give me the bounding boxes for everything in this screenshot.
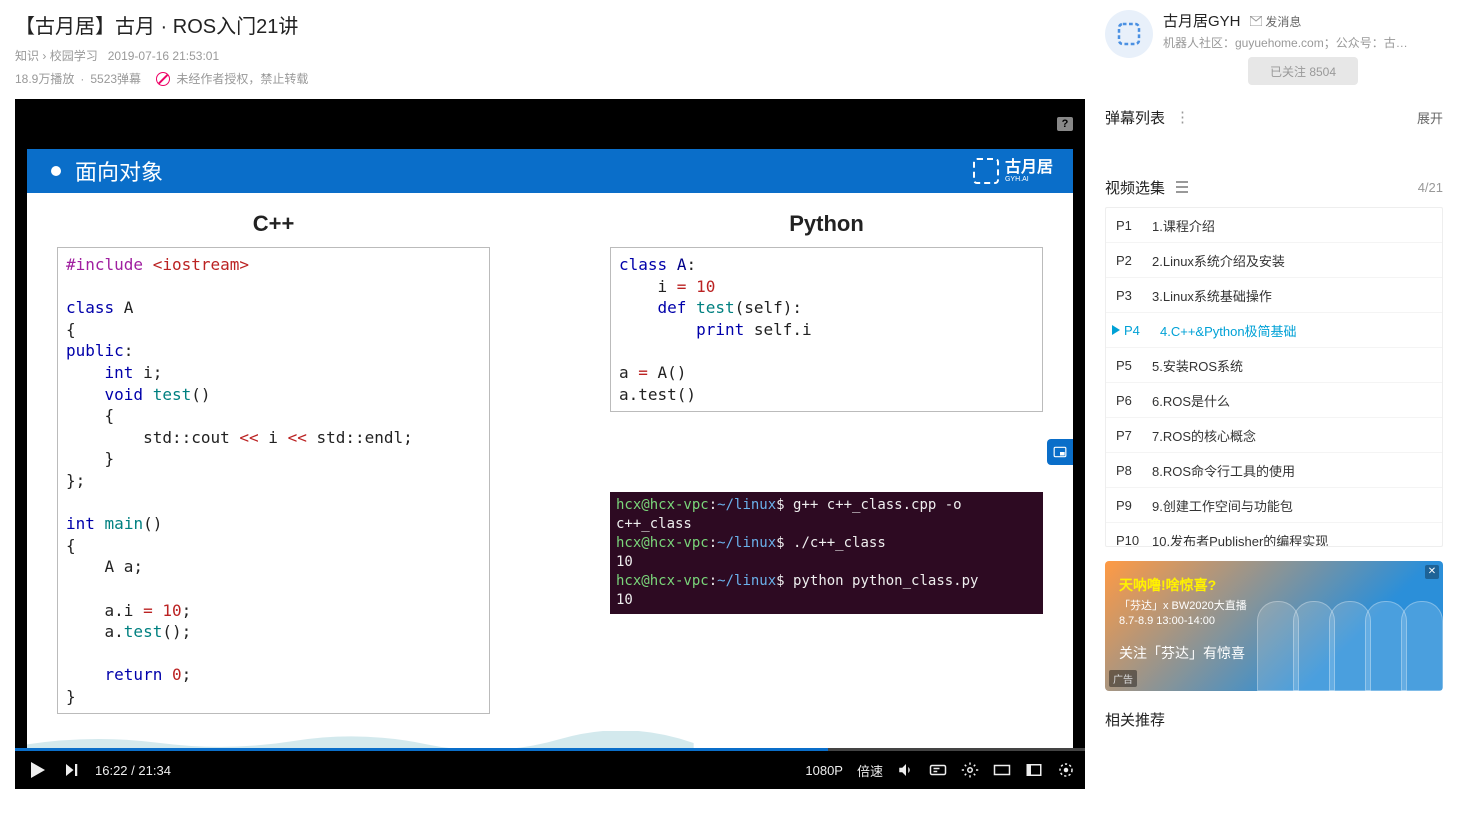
playlist-item[interactable]: P3 3.Linux系统基础操作 xyxy=(1106,278,1442,313)
video-frame: 面向对象 古月居GYH.AI C++ #include <iostream> c… xyxy=(27,149,1073,751)
episode-number: P2 xyxy=(1116,253,1142,268)
episode-count: 4/21 xyxy=(1418,180,1443,195)
follow-button[interactable]: 已关注 8504 xyxy=(1248,57,1358,85)
playlist-item[interactable]: P10 10.发布者Publisher的编程实现 xyxy=(1106,523,1442,547)
copyright-notice: 未经作者授权，禁止转载 xyxy=(176,70,308,87)
episode-title: 5.安装ROS系统 xyxy=(1152,356,1432,375)
video-player[interactable]: ? 面向对象 古月居GYH.AI C++ #include <iostream>… xyxy=(15,99,1085,789)
video-title: 【古月居】古月 · ROS入门21讲 xyxy=(15,10,1085,39)
pip-icon[interactable] xyxy=(1047,439,1073,465)
episode-title: 9.创建工作空间与功能包 xyxy=(1152,496,1432,515)
uploader-desc: 机器人社区：guyuehome.com；公众号：古… xyxy=(1163,34,1443,51)
quality-button[interactable]: 1080P xyxy=(805,763,843,778)
episode-number: P7 xyxy=(1116,428,1142,443)
next-icon[interactable] xyxy=(63,761,81,779)
settings-icon[interactable] xyxy=(961,761,979,779)
playlist-item[interactable]: P1 1.课程介绍 xyxy=(1106,208,1442,243)
playlist-item[interactable]: P7 7.ROS的核心概念 xyxy=(1106,418,1442,453)
message-button[interactable]: 发消息 xyxy=(1250,13,1301,30)
playlist-item[interactable]: P6 6.ROS是什么 xyxy=(1106,383,1442,418)
close-icon[interactable]: ✕ xyxy=(1425,565,1439,579)
episode-title: 4.C++&Python极简基础 xyxy=(1160,321,1432,340)
episode-title: 8.ROS命令行工具的使用 xyxy=(1152,461,1432,480)
episode-number: P3 xyxy=(1116,288,1142,303)
breadcrumb-link-1[interactable]: 知识 xyxy=(15,49,39,63)
playlist-item[interactable]: P2 2.Linux系统介绍及安装 xyxy=(1106,243,1442,278)
episode-number: P10 xyxy=(1116,533,1142,548)
episode-title: 1.课程介绍 xyxy=(1152,216,1432,235)
list-icon[interactable] xyxy=(1175,180,1189,194)
ad-badge: 广告 xyxy=(1109,670,1137,687)
episode-number: P9 xyxy=(1116,498,1142,513)
episode-title: 10.发布者Publisher的编程实现 xyxy=(1152,531,1432,548)
ad-banner[interactable]: ✕ 天呐噜!啥惊喜? 「芬达」x BW2020大直播 8.7-8.9 13:00… xyxy=(1105,561,1443,691)
uploader-name[interactable]: 古月居GYH xyxy=(1163,13,1241,30)
widescreen-icon[interactable] xyxy=(993,761,1011,779)
episode-number: P6 xyxy=(1116,393,1142,408)
playing-icon xyxy=(1112,325,1120,335)
episode-title: 7.ROS的核心概念 xyxy=(1152,426,1432,445)
breadcrumb: 知识 › 校园学习 2019-07-16 21:53:01 xyxy=(15,47,1085,64)
related-title: 相关推荐 xyxy=(1105,709,1443,730)
episode-number: P8 xyxy=(1116,463,1142,478)
episode-title: 2.Linux系统介绍及安装 xyxy=(1152,251,1432,270)
episode-title: 3.Linux系统基础操作 xyxy=(1152,286,1432,305)
prohibit-icon xyxy=(156,72,170,86)
play-icon[interactable] xyxy=(25,758,49,782)
playlist-item[interactable]: P9 9.创建工作空间与功能包 xyxy=(1106,488,1442,523)
episode-number: P5 xyxy=(1116,358,1142,373)
episode-number: P1 xyxy=(1116,218,1142,233)
upload-time: 2019-07-16 21:53:01 xyxy=(108,49,219,63)
help-icon[interactable]: ? xyxy=(1057,117,1073,131)
playlist-item[interactable]: P5 5.安装ROS系统 xyxy=(1106,348,1442,383)
theater-icon[interactable] xyxy=(1025,761,1043,779)
playlist-item[interactable]: P8 8.ROS命令行工具的使用 xyxy=(1106,453,1442,488)
time-display: 16:22 / 21:34 xyxy=(95,763,171,778)
playlist-title: 视频选集 xyxy=(1105,177,1165,198)
avatar[interactable] xyxy=(1105,10,1153,58)
playlist-item[interactable]: P4 4.C++&Python极简基础 xyxy=(1106,313,1442,348)
fullscreen-icon[interactable] xyxy=(1057,761,1075,779)
progress-bar[interactable] xyxy=(15,748,1085,751)
episode-title: 6.ROS是什么 xyxy=(1152,391,1432,410)
danmaku-toggle-icon[interactable] xyxy=(929,761,947,779)
more-icon[interactable]: ⋮ xyxy=(1175,108,1190,126)
danmaku-list-title: 弹幕列表 xyxy=(1105,107,1165,128)
play-count: 18.9万播放 xyxy=(15,70,74,87)
breadcrumb-link-2[interactable]: 校园学习 xyxy=(50,49,98,63)
expand-button[interactable]: 展开 xyxy=(1417,108,1443,127)
danmaku-count: 5523弹幕 xyxy=(90,70,141,87)
playlist: P11.课程介绍P22.Linux系统介绍及安装P33.Linux系统基础操作P… xyxy=(1105,207,1443,547)
episode-number: P4 xyxy=(1124,323,1150,338)
volume-icon[interactable] xyxy=(897,761,915,779)
speed-button[interactable]: 倍速 xyxy=(857,761,883,780)
